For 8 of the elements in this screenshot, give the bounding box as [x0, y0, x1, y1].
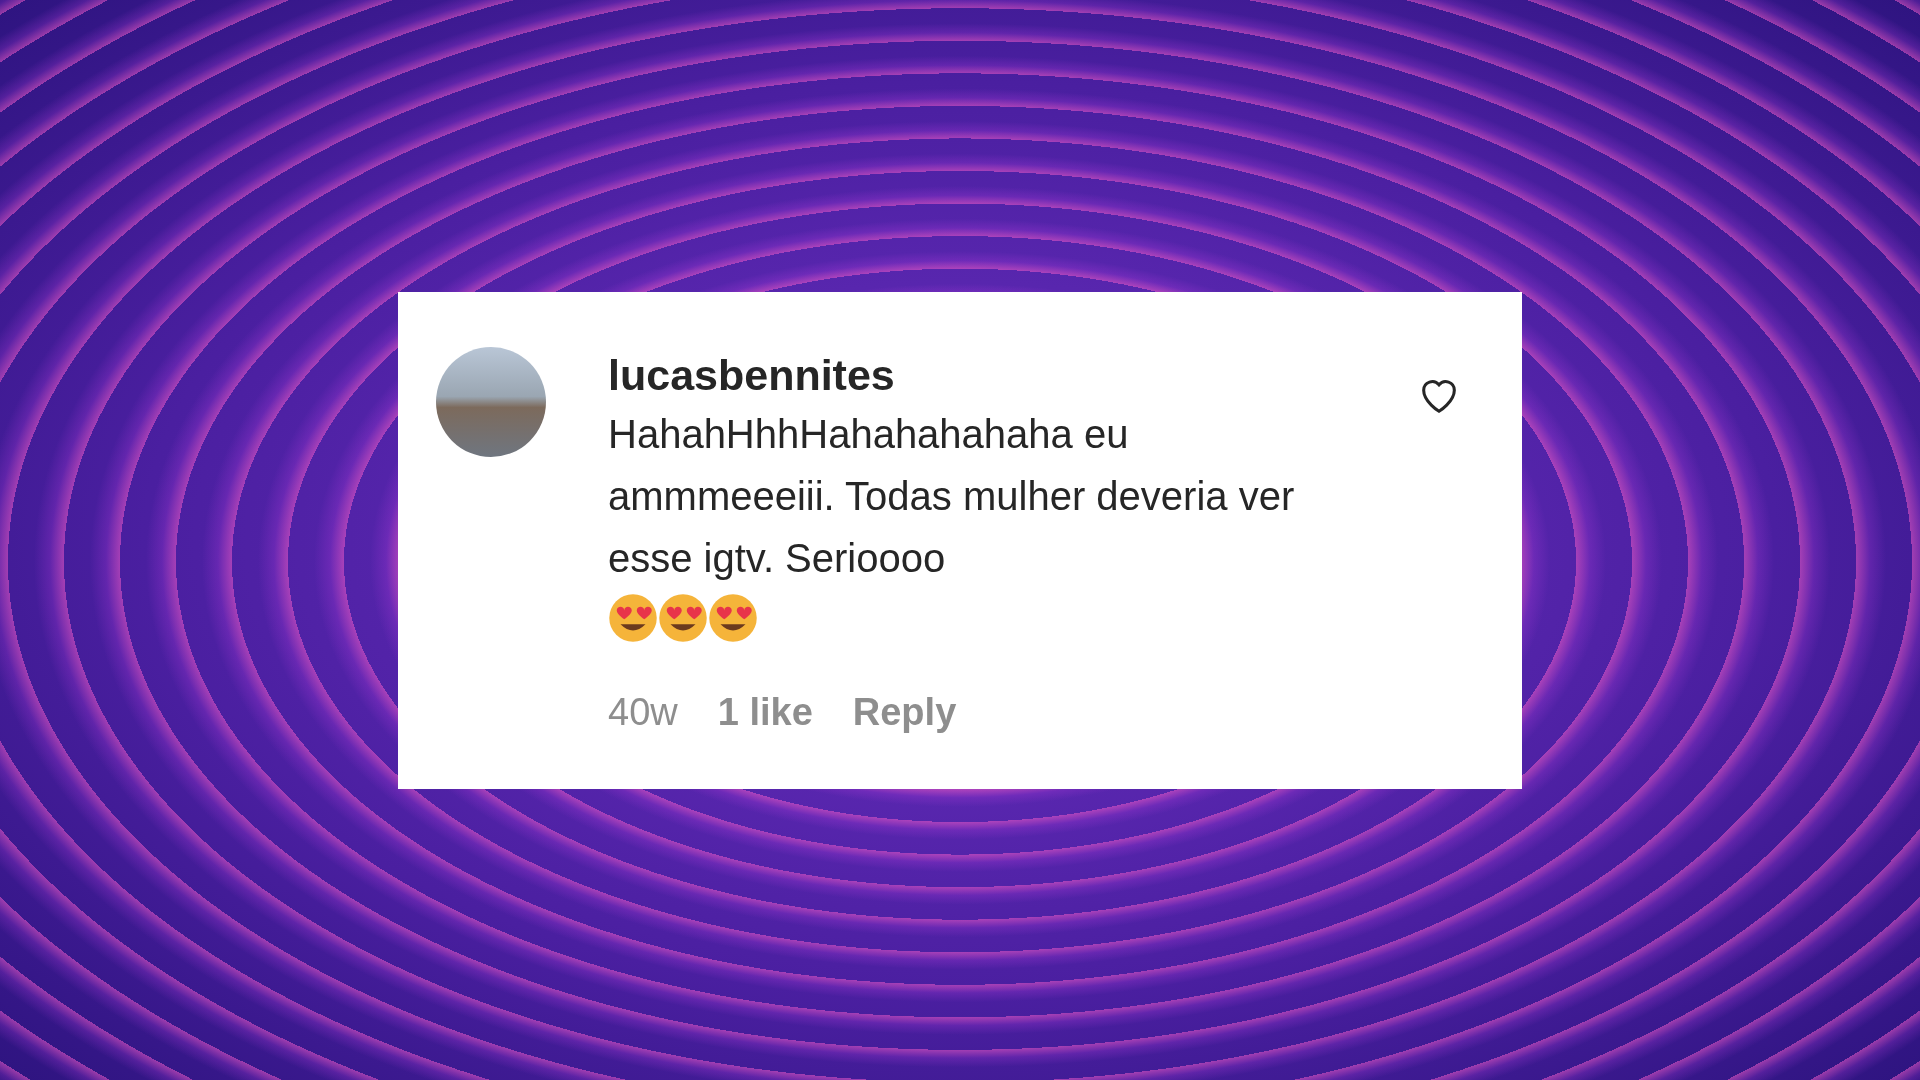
username[interactable]: lucasbennites — [608, 346, 1328, 403]
heart-eyes-emoji-icon — [658, 592, 708, 643]
heart-eyes-emoji-icon — [608, 592, 658, 643]
reply-link[interactable]: Reply — [852, 690, 957, 734]
comment-text: HahahHhhHahahahahaha eu ammmeeeiii. Todas mulher deveria ver esse igtv. Serioooo — [608, 410, 1296, 582]
comment-age: 40w — [608, 690, 678, 734]
heart-eyes-emoji-icon — [708, 592, 758, 643]
likes-count-link[interactable]: 1 like — [717, 690, 813, 734]
